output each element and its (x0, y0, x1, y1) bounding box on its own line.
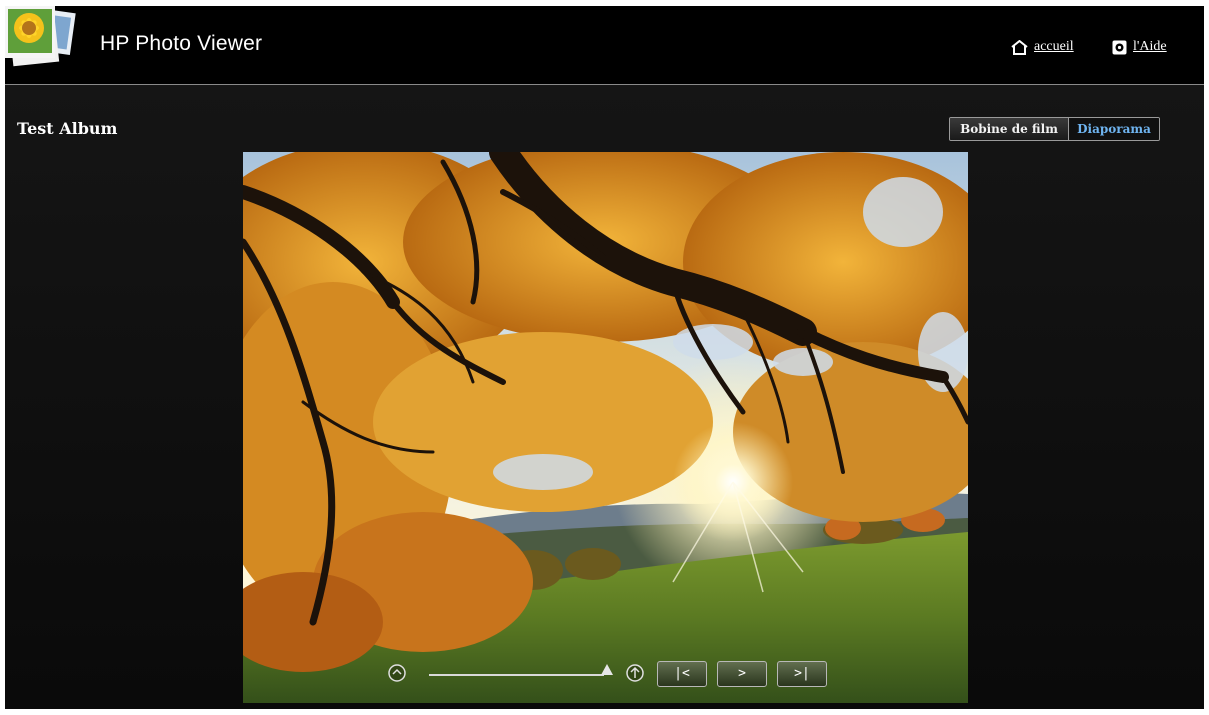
last-photo-button[interactable]: >| (777, 661, 827, 687)
help-link[interactable]: l'Aide (1112, 39, 1167, 55)
view-mode-toggle: Bobine de film Diaporama (949, 117, 1160, 141)
app-title: HP Photo Viewer (100, 32, 263, 55)
zoom-in-icon[interactable] (625, 663, 645, 683)
next-photo-button[interactable]: > (717, 661, 767, 687)
home-link[interactable]: accueil (1011, 39, 1074, 55)
home-link-label: accueil (1034, 39, 1074, 54)
autumn-tree-image (243, 152, 968, 703)
help-link-label: l'Aide (1133, 39, 1167, 54)
album-title: Test Album (17, 119, 118, 138)
help-icon (1112, 40, 1127, 54)
first-photo-button[interactable]: |< (657, 661, 707, 687)
album-content: Test Album Bobine de film Diaporama |< >… (5, 85, 1204, 709)
filmstrip-tab[interactable]: Bobine de film (950, 118, 1069, 140)
slideshow-photo[interactable]: |< > >| (243, 152, 968, 703)
slideshow-controls: |< > >| (383, 661, 843, 689)
app-logo (5, 6, 76, 67)
app-header: HP Photo Viewer accueil l'Aide (5, 6, 1204, 85)
zoom-out-icon[interactable] (387, 663, 407, 683)
slideshow-tab[interactable]: Diaporama (1069, 118, 1159, 140)
home-icon (1011, 39, 1028, 55)
zoom-slider-track[interactable] (429, 674, 604, 676)
zoom-slider-handle[interactable] (601, 664, 613, 675)
photo-viewer-window: HP Photo Viewer accueil l'Aide Test Albu… (5, 6, 1204, 709)
